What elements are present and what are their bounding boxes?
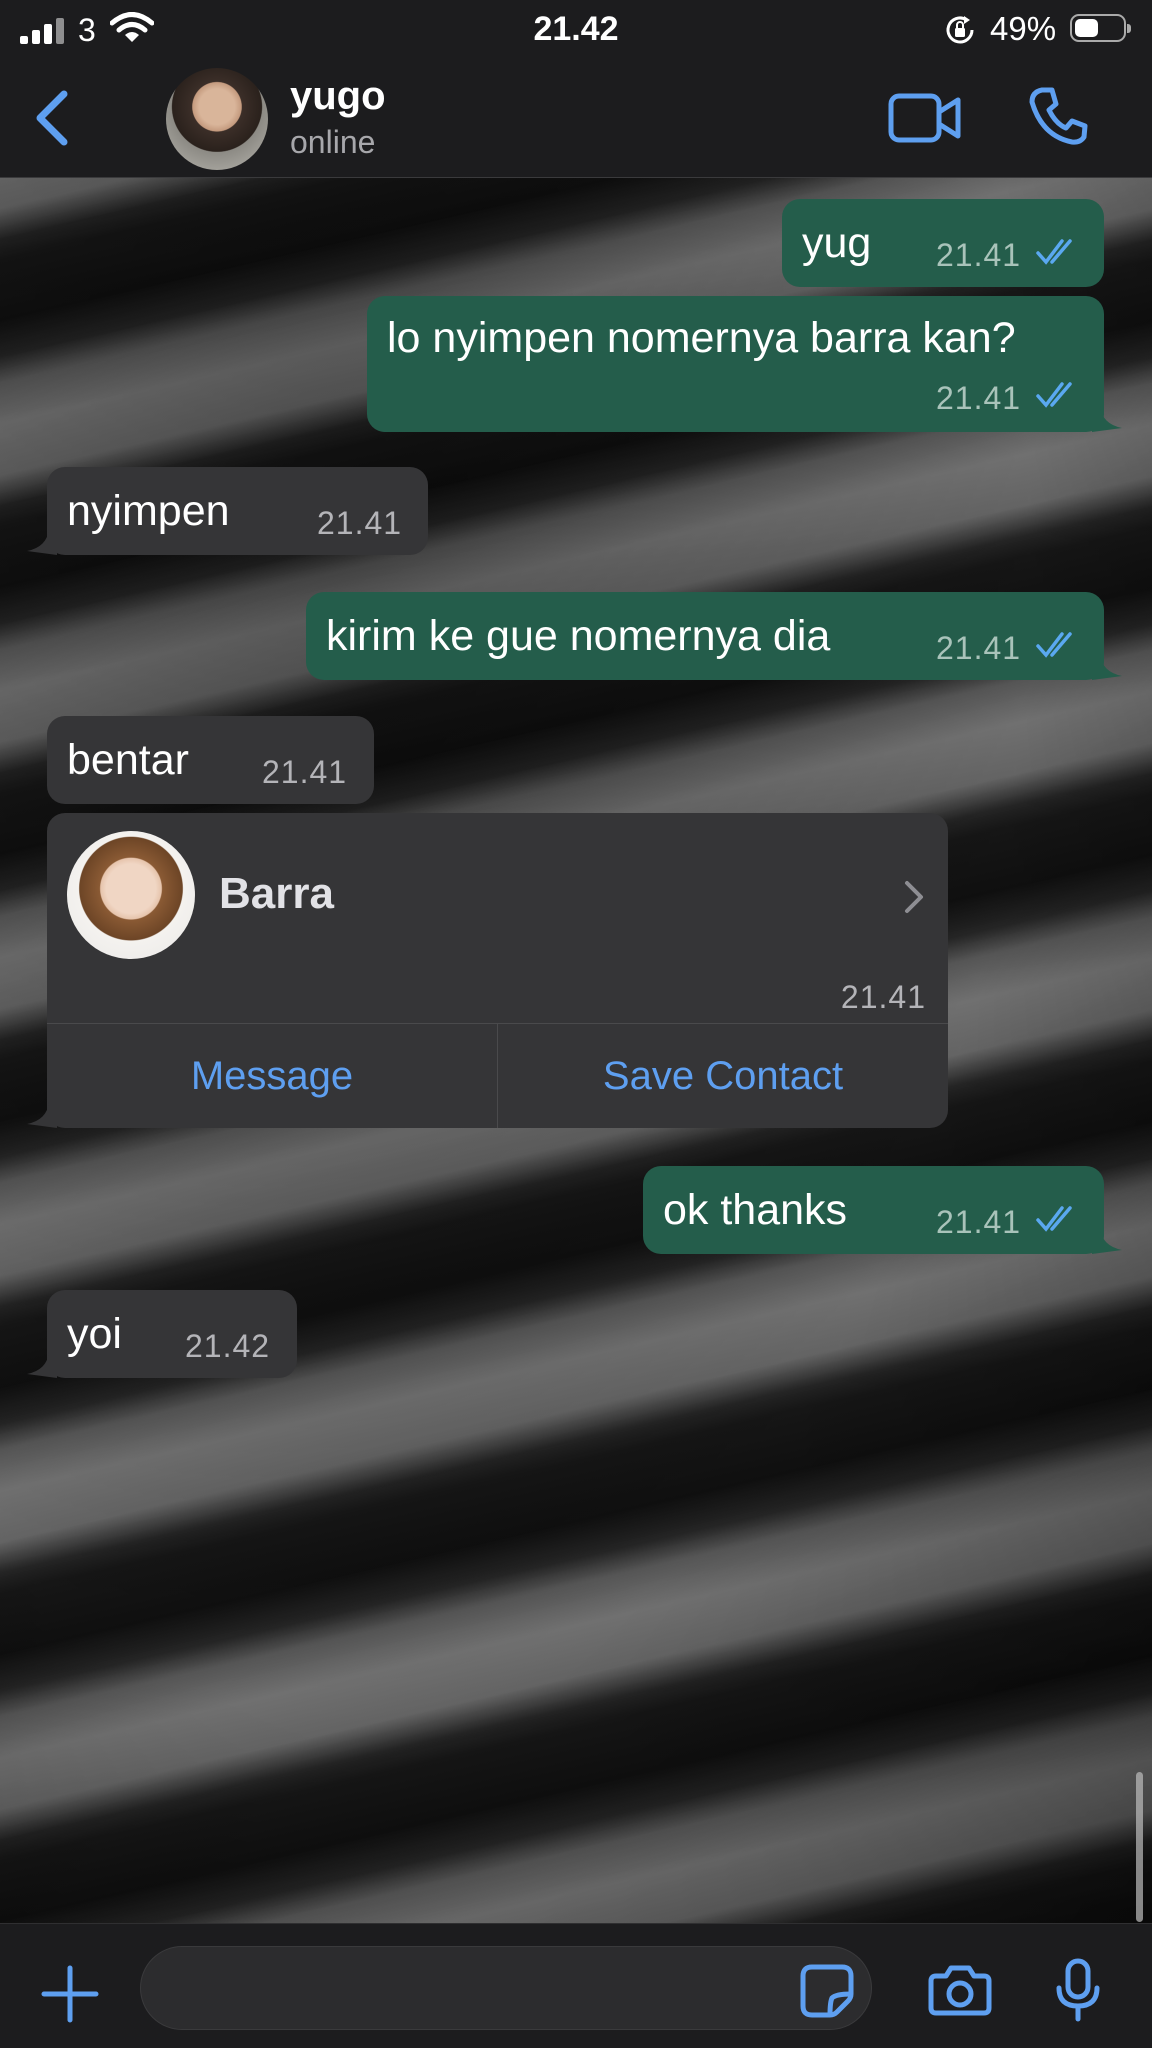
video-camera-icon[interactable] <box>888 90 962 146</box>
message-time: 21.41 <box>936 1204 1022 1240</box>
read-receipt-icon <box>1036 382 1072 408</box>
battery-icon <box>1070 14 1131 42</box>
message-text: yug <box>802 219 872 267</box>
contact-status: online <box>290 124 376 160</box>
message-bubble-incoming[interactable]: nyimpen 21.41 <box>27 467 428 555</box>
message-text: kirim ke gue nomernya dia <box>326 612 831 660</box>
shared-contact-name[interactable]: Barra <box>219 869 334 919</box>
battery-percentage: 49% <box>990 10 1057 47</box>
message-text: lo nyimpen nomernya barra kan? <box>387 314 1016 362</box>
message-text: yoi <box>67 1310 122 1358</box>
bubble-tail <box>1092 406 1122 432</box>
plus-icon[interactable] <box>40 1964 100 2024</box>
message-bubble-outgoing[interactable]: kirim ke gue nomernya dia 21.41 <box>306 592 1122 680</box>
bubble-tail <box>27 1352 57 1378</box>
read-receipt-icon <box>1036 239 1072 265</box>
message-bubble-incoming[interactable]: bentar 21.41 <box>47 716 374 804</box>
status-bar: 3 21.42 49% <box>0 0 1152 60</box>
phone-icon[interactable] <box>1028 86 1088 146</box>
message-bubble-outgoing[interactable]: ok thanks 21.41 <box>643 1166 1122 1254</box>
message-text: bentar <box>67 736 189 784</box>
bubble-tail <box>1092 654 1122 680</box>
message-time: 21.41 <box>840 979 926 1015</box>
shared-contact-card: Barra 21.41 Message Save Contact <box>27 813 948 1128</box>
back-button[interactable] <box>28 88 78 148</box>
clock: 21.42 <box>533 10 619 48</box>
message-text: nyimpen <box>67 487 230 535</box>
bubble-tail <box>27 1102 57 1128</box>
chat-header: yugo online <box>0 60 1152 178</box>
sticker-icon[interactable] <box>800 1964 854 2018</box>
chevron-right-icon[interactable] <box>903 879 925 915</box>
bubble-tail <box>27 529 57 555</box>
shared-contact-avatar[interactable] <box>67 831 195 959</box>
message-bubble-outgoing[interactable]: yug 21.41 <box>782 199 1104 287</box>
message-time: 21.41 <box>262 754 348 790</box>
scrollbar[interactable] <box>1136 1772 1143 1922</box>
contact-name[interactable]: yugo <box>290 74 386 119</box>
message-contact-button[interactable]: Message <box>47 1024 497 1128</box>
message-time: 21.42 <box>185 1328 271 1364</box>
message-input-bar <box>0 1923 1152 2048</box>
message-input[interactable] <box>140 1946 872 2030</box>
orientation-lock-icon <box>946 16 974 44</box>
read-receipt-icon <box>1036 1206 1072 1232</box>
message-time: 21.41 <box>936 630 1022 666</box>
microphone-icon[interactable] <box>1056 1958 1100 2022</box>
message-time: 21.41 <box>936 380 1022 416</box>
read-receipt-icon <box>1036 632 1072 658</box>
message-bubble-outgoing[interactable]: lo nyimpen nomernya barra kan? 21.41 <box>367 296 1122 432</box>
message-time: 21.41 <box>936 237 1022 273</box>
message-text: ok thanks <box>663 1186 848 1234</box>
bubble-tail <box>1092 1228 1122 1254</box>
contact-avatar[interactable] <box>166 68 268 170</box>
message-time: 21.41 <box>317 505 403 541</box>
save-contact-button[interactable]: Save Contact <box>498 1024 948 1128</box>
camera-icon[interactable] <box>928 1964 992 2016</box>
message-bubble-incoming[interactable]: yoi 21.42 <box>27 1290 297 1378</box>
battery-level <box>1075 19 1098 37</box>
